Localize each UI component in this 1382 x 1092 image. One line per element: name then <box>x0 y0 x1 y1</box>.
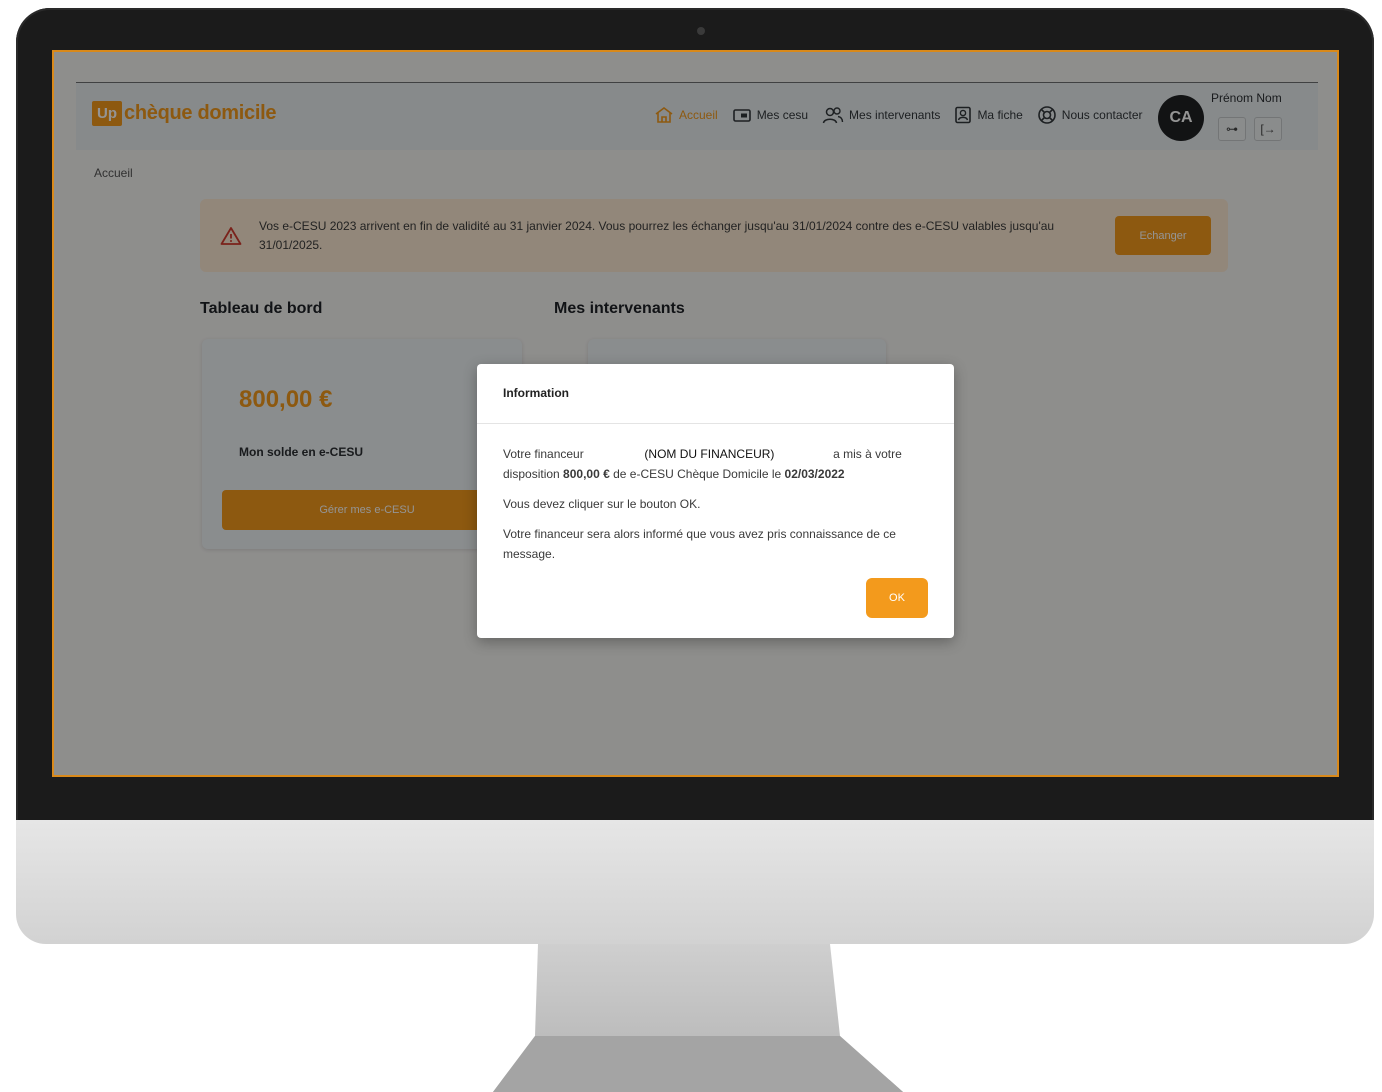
text-fragment: Votre financeur <box>503 447 584 461</box>
monitor-stand <box>493 944 903 1092</box>
modal-paragraph-2: Vous devez cliquer sur le bouton OK. <box>503 497 701 511</box>
information-modal: Information Votre financeur (NOM DU FINA… <box>477 364 954 638</box>
ok-button[interactable]: OK <box>866 578 928 618</box>
modal-amount: 800,00 € <box>563 467 610 481</box>
modal-title: Information <box>503 386 569 400</box>
modal-date: 02/03/2022 <box>784 467 845 481</box>
text-fragment: a mis à votre <box>833 447 902 461</box>
financeur-name: (NOM DU FINANCEUR) <box>644 447 775 461</box>
modal-paragraph-1: Votre financeur (NOM DU FINANCEUR) a mis… <box>503 444 931 484</box>
text-fragment: disposition <box>503 467 560 481</box>
modal-divider <box>477 423 954 424</box>
text-fragment: de e-CESU Chèque Domicile le <box>613 467 782 481</box>
webcam <box>697 27 705 35</box>
modal-paragraph-3: Votre financeur sera alors informé que v… <box>503 527 896 561</box>
modal-body: Votre financeur (NOM DU FINANCEUR) a mis… <box>503 444 931 574</box>
screen: Up chèque domicile Accueil Mes cesu Mes … <box>52 50 1339 777</box>
monitor-chin <box>16 820 1374 944</box>
